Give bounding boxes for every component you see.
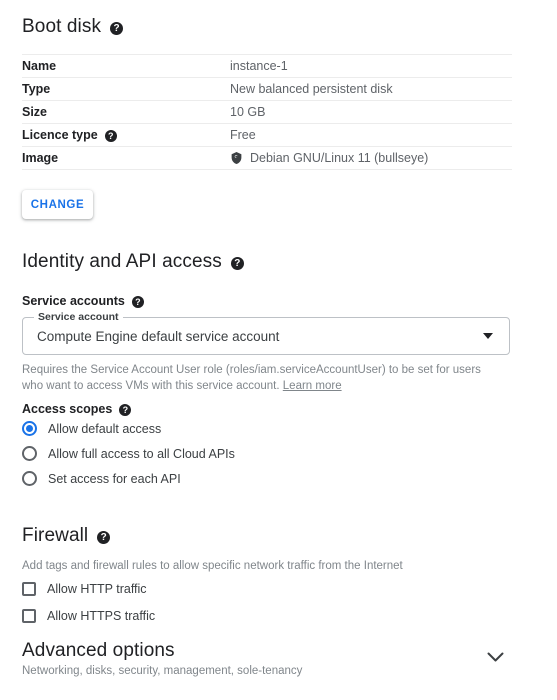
service-account-helper-text: Requires the Service Account User role (… xyxy=(22,363,502,394)
firewall-description: Add tags and firewall rules to allow spe… xyxy=(22,560,403,572)
radio-button-selected[interactable] xyxy=(22,421,37,436)
vm-create-form: Boot disk ? Name instance-1 Type New bal… xyxy=(0,0,557,700)
help-icon[interactable]: ? xyxy=(230,256,244,270)
table-cell-value: New balanced persistent disk xyxy=(230,77,512,101)
table-row: Name instance-1 xyxy=(22,54,512,78)
row-value-label: 10 GB xyxy=(230,105,266,119)
table-row: Size 10 GB xyxy=(22,100,512,124)
table-row: Licence type ? Free xyxy=(22,123,512,147)
service-accounts-label: Service accounts ? xyxy=(22,294,512,308)
checkbox-allow-https-traffic[interactable]: Allow HTTPS traffic xyxy=(22,603,512,628)
change-boot-disk-button[interactable]: CHANGE xyxy=(22,190,93,219)
table-row: Type New balanced persistent disk xyxy=(22,77,512,101)
row-value-label: instance-1 xyxy=(230,59,288,73)
row-key-label: Type xyxy=(22,82,51,96)
access-scopes-section: Access scopes ? Allow default access All… xyxy=(22,402,512,491)
checkbox-label: Allow HTTP traffic xyxy=(47,581,147,596)
debian-shield-icon xyxy=(231,152,242,164)
help-icon[interactable]: ? xyxy=(97,530,111,544)
row-value-label: Debian GNU/Linux 11 (bullseye) xyxy=(250,151,429,165)
boot-disk-title: Boot disk xyxy=(22,16,102,37)
identity-title: Identity and API access xyxy=(22,251,222,272)
table-cell-key: Licence type ? xyxy=(22,123,230,147)
table-cell-key: Size xyxy=(22,100,230,124)
advanced-options-text-group: Advanced options Networking, disks, secu… xyxy=(22,640,302,677)
radio-button[interactable] xyxy=(22,446,37,461)
chevron-down-icon[interactable] xyxy=(483,333,493,339)
boot-disk-heading: Boot disk ? xyxy=(22,16,512,38)
radio-allow-full-access[interactable]: Allow full access to all Cloud APIs xyxy=(22,441,512,466)
chevron-down-icon[interactable] xyxy=(487,652,504,663)
checkbox-label: Allow HTTPS traffic xyxy=(47,608,156,623)
radio-label: Allow full access to all Cloud APIs xyxy=(48,446,235,461)
help-icon[interactable]: ? xyxy=(131,296,144,308)
service-account-select[interactable]: Service account Compute Engine default s… xyxy=(22,311,510,355)
service-accounts-text: Service accounts xyxy=(22,294,125,308)
table-cell-key: Type xyxy=(22,77,230,101)
checkbox-box[interactable] xyxy=(22,581,36,596)
row-key-label: Size xyxy=(22,105,48,119)
row-value-label: Free xyxy=(230,128,256,142)
row-value-label: New balanced persistent disk xyxy=(230,82,393,96)
help-icon[interactable]: ? xyxy=(119,404,132,416)
table-row: Image Debian GNU/Linux 11 (bullseye) xyxy=(22,146,512,170)
advanced-options-subtitle: Networking, disks, security, management,… xyxy=(22,665,303,677)
table-cell-value: Debian GNU/Linux 11 (bullseye) xyxy=(230,146,512,170)
table-cell-value: instance-1 xyxy=(230,54,512,78)
checkbox-allow-http-traffic[interactable]: Allow HTTP traffic xyxy=(22,576,512,601)
row-key-label: Licence type xyxy=(22,128,98,142)
access-scopes-label: Access scopes ? xyxy=(22,402,512,416)
table-cell-key: Image xyxy=(22,146,230,170)
help-icon[interactable]: ? xyxy=(104,130,117,142)
radio-label: Set access for each API xyxy=(48,471,181,486)
identity-heading: Identity and API access ? xyxy=(22,251,512,273)
table-cell-value: Free xyxy=(230,123,512,147)
helper-text-body: Requires the Service Account User role (… xyxy=(22,364,481,392)
firewall-heading: Firewall ? xyxy=(22,525,512,547)
radio-label: Allow default access xyxy=(48,421,162,436)
service-account-value: Compute Engine default service account xyxy=(37,328,280,344)
row-key-label: Name xyxy=(22,59,57,73)
table-cell-value: 10 GB xyxy=(230,100,512,124)
firewall-section: Firewall ? Add tags and firewall rules t… xyxy=(22,525,512,628)
table-cell-key: Name xyxy=(22,54,230,78)
help-icon[interactable]: ? xyxy=(110,21,124,35)
identity-api-access-section: Identity and API access ? Service accoun… xyxy=(22,251,512,394)
advanced-options-title: Advanced options xyxy=(22,640,175,661)
access-scopes-text: Access scopes xyxy=(22,402,113,416)
checkbox-box[interactable] xyxy=(22,608,36,623)
row-key-label: Image xyxy=(22,151,59,165)
radio-button[interactable] xyxy=(22,471,37,486)
boot-disk-table: Name instance-1 Type New balanced persis… xyxy=(22,54,512,170)
radio-allow-default-access[interactable]: Allow default access xyxy=(22,416,512,441)
boot-disk-section: Boot disk ? Name instance-1 Type New bal… xyxy=(22,16,512,170)
firewall-title: Firewall xyxy=(22,525,89,546)
advanced-options-section[interactable]: Advanced options Networking, disks, secu… xyxy=(22,640,512,677)
radio-set-access-per-api[interactable]: Set access for each API xyxy=(22,466,512,491)
learn-more-link[interactable]: Learn more xyxy=(283,380,342,392)
